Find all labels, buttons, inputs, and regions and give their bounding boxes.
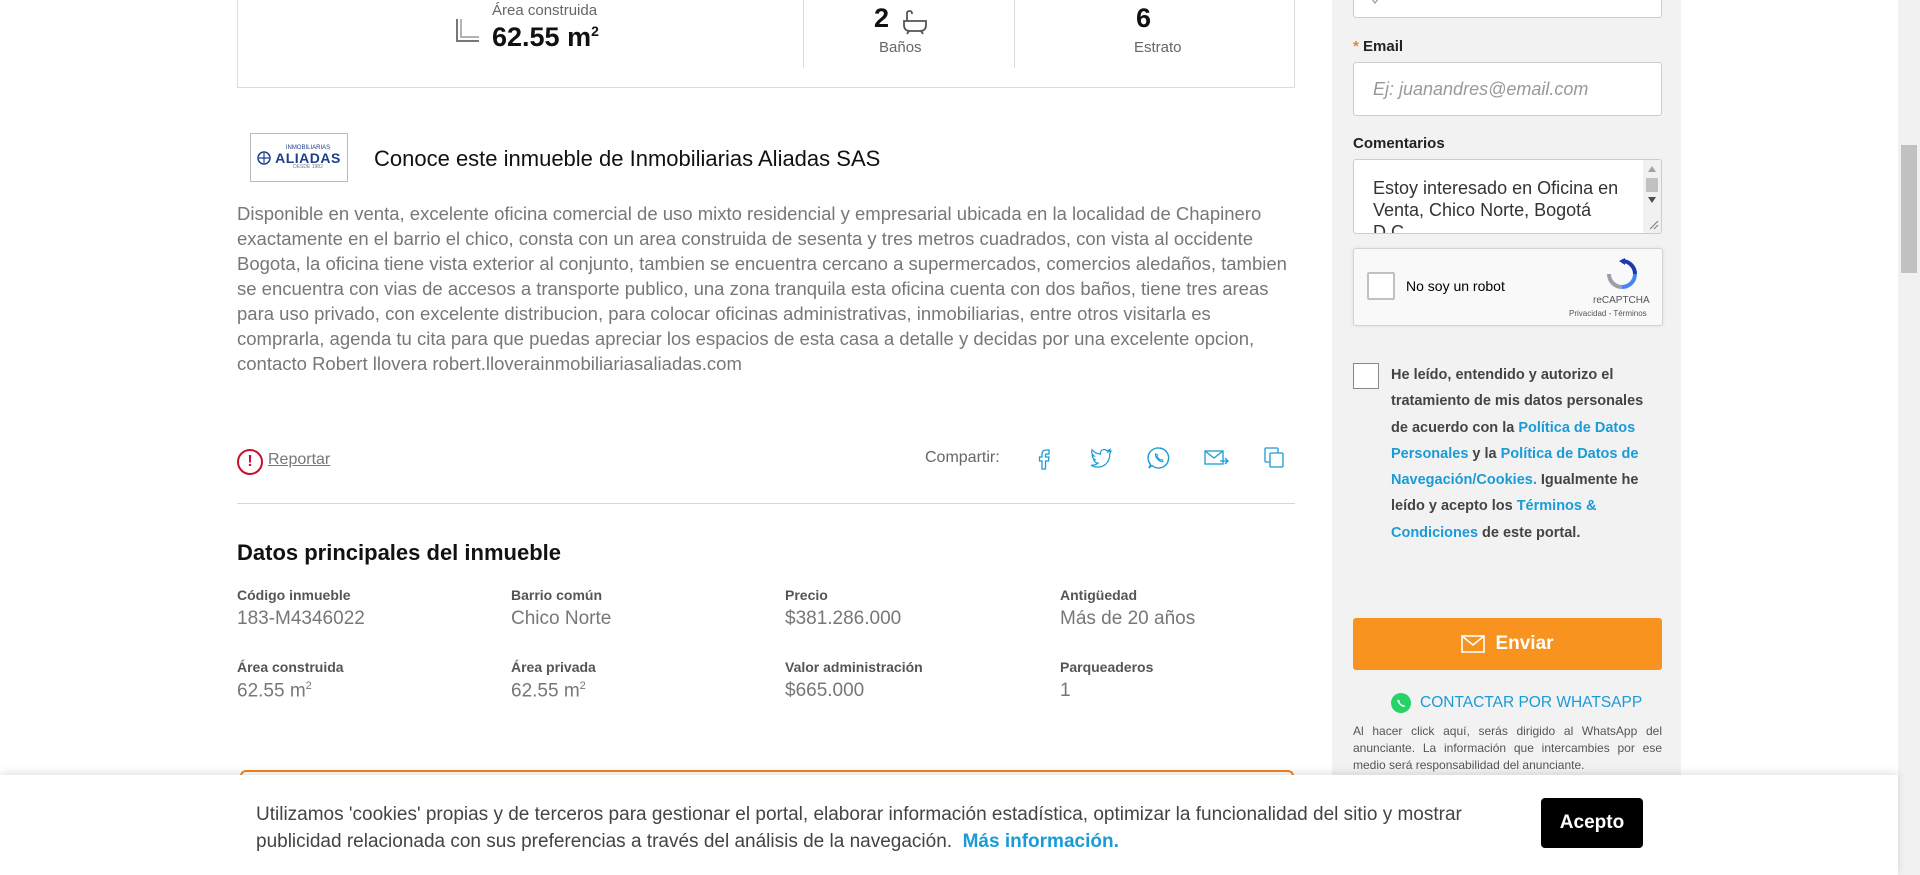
recaptcha-checkbox[interactable] — [1367, 272, 1395, 300]
dropdown-caret-icon — [1371, 0, 1379, 4]
consent-checkbox[interactable] — [1353, 363, 1379, 389]
agency-title: Conoce este inmueble de Inmobiliarias Al… — [374, 146, 881, 171]
stat-baths-value: 2 — [874, 3, 890, 33]
cookie-message: Utilizamos 'cookies' propias y de tercer… — [256, 804, 1462, 852]
cookie-text: Utilizamos 'cookies' propias y de tercer… — [256, 801, 1466, 855]
email-share-icon[interactable] — [1203, 445, 1229, 471]
field-label: Área privada — [511, 659, 596, 675]
field-value: Más de 20 años — [1060, 608, 1196, 629]
resize-handle-icon[interactable] — [1647, 218, 1659, 230]
page-scrollbar[interactable] — [1898, 0, 1920, 875]
stat-estrato-label: Estrato — [1134, 39, 1182, 56]
scroll-up-icon[interactable] — [1647, 165, 1657, 173]
textarea-scroll-thumb[interactable] — [1646, 178, 1658, 192]
field-label: Precio — [785, 587, 828, 603]
consent-text: He leído, entendido y autorizo el tratam… — [1391, 362, 1661, 546]
recaptcha-links[interactable]: Privacidad - Términos — [1569, 309, 1647, 318]
report-link[interactable]: Reportar — [268, 451, 330, 469]
recaptcha-brand: reCAPTCHA — [1593, 295, 1650, 306]
facebook-icon[interactable] — [1031, 445, 1057, 471]
cookie-more-info-link[interactable]: Más información. — [963, 831, 1119, 852]
copy-link-icon[interactable] — [1261, 445, 1287, 471]
recaptcha-label: No soy un robot — [1406, 278, 1505, 294]
agency-logo[interactable]: INMOBILIARIAS ALIADAS DESDE 1982 — [250, 133, 348, 182]
field-value: 62.55 m2 — [511, 680, 586, 702]
recaptcha-logo-icon — [1607, 258, 1637, 289]
field-value: 183-M4346022 — [237, 608, 365, 629]
page-scroll-thumb[interactable] — [1901, 145, 1917, 273]
field-label: Código inmueble — [237, 587, 351, 603]
stat-area-label: Área construida — [492, 2, 598, 19]
comments-textarea[interactable]: Estoy interesado en Oficina en Venta, Ch… — [1353, 159, 1662, 234]
whatsapp-contact-link[interactable]: CONTACTAR POR WHATSAPP — [1390, 692, 1642, 714]
whatsapp-icon — [1391, 693, 1411, 713]
field-value: $381.286.000 — [785, 608, 902, 629]
email-placeholder: Ej: juanandres@email.com — [1373, 79, 1589, 99]
field-label: Barrio común — [511, 587, 603, 603]
field-value: 1 — [1060, 680, 1071, 701]
comments-text: Estoy interesado en Oficina en Venta, Ch… — [1373, 178, 1619, 234]
bathtub-icon — [903, 10, 927, 35]
field-label: Valor administración — [785, 659, 923, 675]
stat-baths-label: Baños — [879, 39, 922, 56]
stat-divider — [1014, 0, 1015, 68]
stat-area-value: 62.55 m2 — [492, 22, 599, 52]
whatsapp-icon[interactable] — [1146, 445, 1172, 471]
textarea-scrollbar[interactable] — [1643, 160, 1661, 233]
consent-text-part: de este portal. — [1478, 524, 1581, 541]
send-button-label: Enviar — [1495, 633, 1554, 654]
comments-label: Comentarios — [1353, 135, 1445, 152]
agency-logo-mark-icon — [257, 150, 271, 165]
field-label: Antigüedad — [1060, 587, 1137, 603]
main-data-title: Datos principales del inmueble — [237, 540, 561, 565]
stat-divider — [803, 0, 804, 68]
agency-logo-main-text: ALIADAS — [275, 150, 341, 166]
stat-estrato-value: 6 — [1136, 3, 1152, 33]
report-alert-icon[interactable]: ! — [237, 449, 263, 475]
field-label: Área construida — [237, 659, 344, 675]
consent-text-part: y la — [1468, 445, 1501, 462]
accept-cookies-button[interactable]: Acepto — [1541, 798, 1643, 848]
field-value: $665.000 — [785, 680, 865, 701]
email-label: * Email — [1353, 38, 1404, 55]
scroll-down-icon[interactable] — [1647, 196, 1657, 204]
share-label: Compartir: — [925, 449, 1000, 466]
section-divider — [237, 503, 1295, 504]
field-value: 62.55 m2 — [237, 680, 312, 702]
whatsapp-disclaimer: Al hacer click aquí, serás dirigido al W… — [1353, 724, 1662, 772]
phone-field[interactable] — [1353, 0, 1662, 18]
area-icon — [456, 19, 479, 42]
twitter-icon[interactable] — [1088, 445, 1114, 471]
field-value: Chico Norte — [511, 608, 612, 629]
email-field[interactable]: Ej: juanandres@email.com — [1353, 62, 1662, 116]
whatsapp-contact-label: CONTACTAR POR WHATSAPP — [1420, 694, 1643, 711]
envelope-icon — [1461, 635, 1486, 653]
send-button[interactable]: Enviar — [1353, 618, 1662, 670]
field-label: Parqueaderos — [1060, 659, 1154, 675]
property-description: Disponible en venta, excelente oficina c… — [237, 203, 1287, 374]
